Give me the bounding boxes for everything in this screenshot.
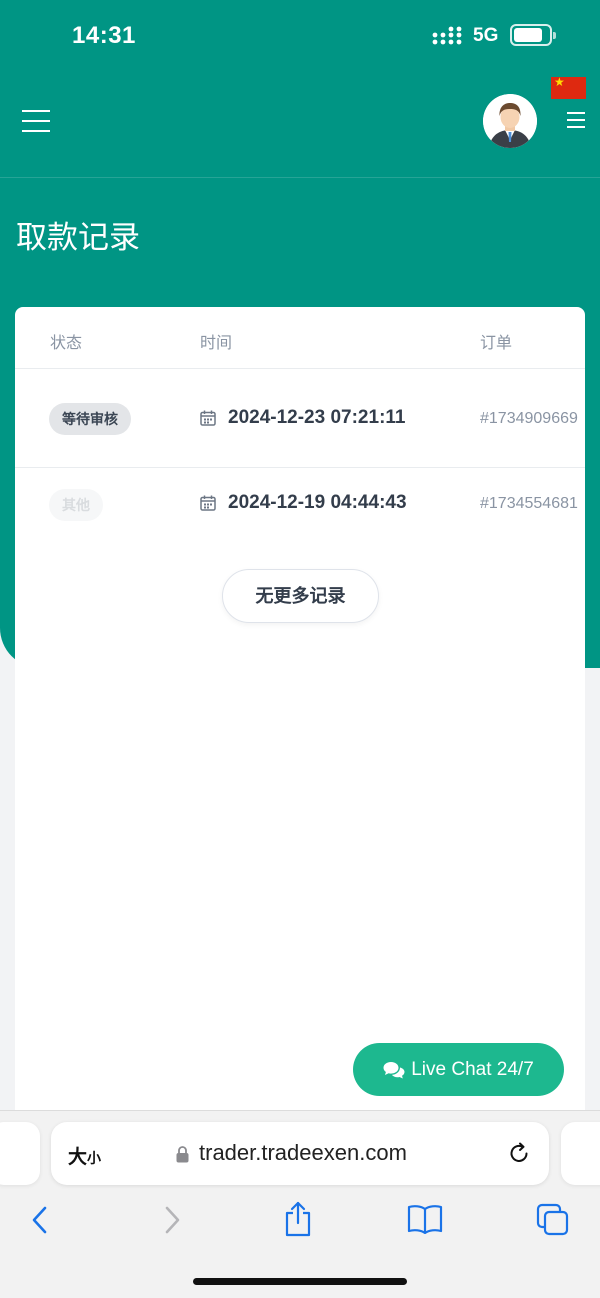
lock-icon (176, 1146, 189, 1163)
china-flag-icon[interactable]: ★ (551, 75, 586, 99)
header-divider-line (15, 368, 585, 369)
text-size-large-glyph: 大 (68, 1147, 88, 1168)
forward-icon[interactable] (162, 1204, 182, 1236)
status-badge-pending: 等待审核 (49, 403, 131, 435)
text-size-small-glyph: 小 (87, 1150, 102, 1166)
back-icon[interactable] (30, 1204, 50, 1236)
share-icon[interactable] (283, 1201, 313, 1237)
column-header-status: 状态 (50, 335, 83, 352)
calendar-icon (200, 410, 216, 426)
row-time-text: 2024-12-19 04:44:43 (228, 492, 407, 513)
row-2-time: 2024-12-19 04:44:43 (200, 492, 407, 514)
user-avatar[interactable] (483, 94, 537, 148)
no-more-records-button[interactable]: 无更多记录 (222, 569, 379, 623)
next-tab-preview[interactable] (561, 1122, 600, 1185)
row-1-time: 2024-12-23 07:21:11 (200, 407, 405, 429)
hamburger-menu-icon[interactable] (22, 110, 50, 132)
bookmarks-icon[interactable] (407, 1204, 443, 1234)
calendar-icon (200, 495, 216, 511)
home-indicator[interactable] (193, 1278, 407, 1285)
tabs-icon[interactable] (536, 1203, 570, 1237)
withdrawal-records-card: 状态 时间 订单 等待审核 2024-12-23 07:21:11 #17349… (15, 307, 585, 1117)
status-bar: 14:31 5G (0, 0, 600, 72)
status-badge-other: 其他 (49, 489, 103, 521)
live-chat-button[interactable]: Live Chat 24/7 (353, 1043, 564, 1096)
row-order-id[interactable]: #1734909669 (480, 410, 578, 428)
live-chat-label: Live Chat 24/7 (411, 1058, 534, 1080)
previous-tab-preview[interactable] (0, 1122, 40, 1185)
address-bar[interactable]: 大小 trader.tradeexen.com (51, 1122, 549, 1185)
battery-icon (510, 24, 556, 46)
status-time: 14:31 (72, 22, 136, 49)
row-order-id[interactable]: #1734554681 (480, 495, 578, 513)
row-divider (15, 467, 585, 468)
list-menu-icon[interactable] (567, 112, 585, 128)
reload-icon[interactable] (507, 1141, 531, 1165)
chat-bubbles-icon (383, 1061, 405, 1078)
signal-icon (432, 26, 462, 45)
browser-bottom-bar: 大小 trader.tradeexen.com (0, 1110, 600, 1298)
column-header-order: 订单 (480, 335, 513, 352)
url-text[interactable]: trader.tradeexen.com (199, 1140, 407, 1166)
row-time-text: 2024-12-23 07:21:11 (228, 407, 406, 428)
page-title: 取款记录 (16, 220, 140, 255)
header-divider (0, 177, 600, 178)
column-header-time: 时间 (200, 335, 233, 352)
network-type: 5G (473, 25, 499, 46)
avatar-icon (483, 94, 537, 148)
text-size-button[interactable]: 大小 (68, 1142, 101, 1169)
